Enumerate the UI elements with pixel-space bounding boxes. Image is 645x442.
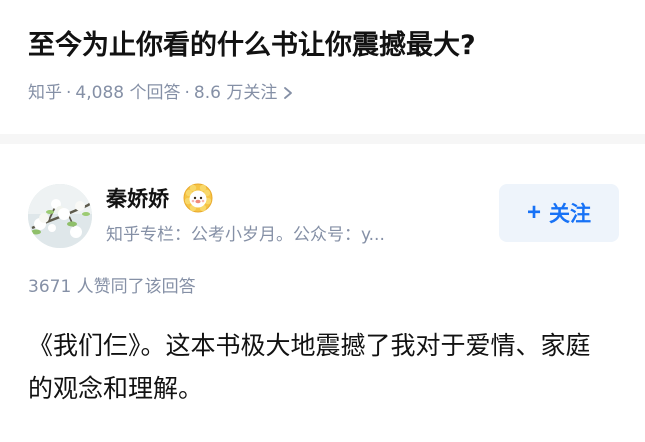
answer-count: 4,088 个回答 — [75, 83, 181, 103]
follow-button-label: 关注 — [549, 203, 591, 226]
chevron-right-icon[interactable] — [283, 86, 293, 100]
meta-separator: · — [66, 83, 72, 103]
question-header[interactable]: 至今为止你看的什么书让你震撼最大? 知乎 · 4,088 个回答 · 8.6 万… — [28, 26, 625, 106]
answer-page: 至今为止你看的什么书让你震撼最大? 知乎 · 4,088 个回答 · 8.6 万… — [0, 0, 645, 442]
plus-icon: + — [526, 199, 541, 226]
follower-count: 8.6 万关注 — [193, 83, 278, 103]
follow-button[interactable]: + 关注 — [499, 184, 619, 242]
author-name-line: 秦娇娇 — [106, 180, 486, 216]
vote-count: 3671 人赞同了该回答 — [28, 277, 196, 297]
source-label: 知乎 — [28, 83, 62, 103]
avatar[interactable] — [28, 184, 92, 248]
author-name[interactable]: 秦娇娇 — [106, 183, 169, 213]
author-description: 知乎专栏：公考小岁月。公众号：y... — [106, 225, 385, 245]
author-info: 秦娇娇 知乎专栏：公考小岁月。公众号：y... — [106, 180, 486, 248]
flower-branch-avatar — [28, 184, 92, 248]
question-title[interactable]: 至今为止你看的什么书让你震撼最大? — [28, 26, 625, 66]
answer-content[interactable]: 《我们仨》。这本书极大地震撼了我对于爱情、家庭的观念和理解。 — [28, 324, 608, 410]
question-meta[interactable]: 知乎 · 4,088 个回答 · 8.6 万关注 — [28, 80, 625, 106]
meta-separator: · — [184, 83, 190, 103]
author-card: 秦娇娇 知乎专栏：公考小岁月。公众号：y... + 关注 — [28, 180, 619, 252]
lion-badge-icon[interactable] — [183, 183, 213, 213]
section-divider — [0, 134, 645, 144]
